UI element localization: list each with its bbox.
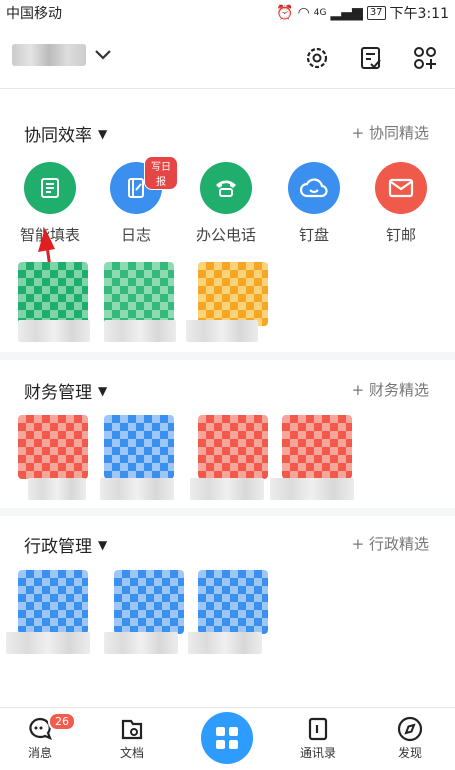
battery-indicator: 37 <box>366 6 386 20</box>
chevron-down-icon <box>95 50 111 60</box>
checklist-icon[interactable] <box>355 42 387 74</box>
blurred-app-label <box>186 320 258 342</box>
tab-documents[interactable]: 文档 <box>92 714 172 761</box>
blurred-app-icon[interactable] <box>198 415 268 479</box>
org-switcher[interactable] <box>12 44 112 66</box>
wifi-icon: ◠ <box>297 5 310 21</box>
caret-down-icon: ▼ <box>98 537 108 552</box>
blurred-app-label <box>100 478 174 500</box>
app-ding-drive[interactable]: 钉盘 <box>272 162 356 245</box>
carrier-name: 中国移动 <box>6 6 62 22</box>
mail-icon <box>375 162 427 214</box>
blurred-app-icon[interactable] <box>18 415 88 479</box>
caret-down-icon: ▼ <box>98 383 108 398</box>
app-ding-mail[interactable]: 钉邮 <box>359 162 443 245</box>
alarm-icon: ⏰ <box>276 5 294 21</box>
blurred-app-icon[interactable] <box>104 262 174 326</box>
status-right: ⏰ ◠ 4G ▂▄▆ 37 下午3:11 <box>276 3 449 23</box>
cloud-icon <box>288 162 340 214</box>
section-title-admin[interactable]: 行政管理 ▼ <box>24 532 107 557</box>
section-title-text: 行政管理 <box>24 537 92 557</box>
document-icon <box>92 714 172 744</box>
app-office-phone[interactable]: 办公电话 <box>184 162 268 245</box>
compass-icon <box>370 714 450 744</box>
workbench-header <box>0 34 455 89</box>
blurred-app-label <box>6 632 90 654</box>
blurred-app-label <box>18 320 90 342</box>
blurred-app-icon[interactable] <box>198 570 268 634</box>
form-icon <box>24 162 76 214</box>
apps-add-icon[interactable] <box>409 42 441 74</box>
gear-icon[interactable] <box>301 42 333 74</box>
tab-label: 发现 <box>397 746 422 760</box>
workbench-button[interactable] <box>201 712 253 764</box>
phone-icon <box>200 162 252 214</box>
blurred-app-icon[interactable] <box>114 570 184 634</box>
write-report-badge: 写日报 <box>144 156 178 190</box>
tab-contacts[interactable]: 通讯录 <box>278 714 358 761</box>
app-label: 钉邮 <box>385 226 416 244</box>
app-label: 日志 <box>120 226 151 244</box>
finance-picks-link[interactable]: + 财务精选 <box>352 379 429 400</box>
blurred-app-icon[interactable] <box>104 415 174 479</box>
section-divider <box>0 508 455 516</box>
collab-picks-link[interactable]: + 协同精选 <box>352 122 429 143</box>
unread-count-badge: 26 <box>48 712 76 731</box>
caret-down-icon: ▼ <box>98 126 108 141</box>
signal-icon: ▂▄▆ <box>330 5 363 21</box>
contacts-icon <box>278 714 358 744</box>
app-label: 钉盘 <box>298 226 329 244</box>
tab-discover[interactable]: 发现 <box>370 714 450 761</box>
blurred-app-icon[interactable] <box>18 570 88 634</box>
blurred-app-icon[interactable] <box>198 262 268 326</box>
tab-messages[interactable]: 26 消息 <box>0 712 80 761</box>
admin-picks-link[interactable]: + 行政精选 <box>352 533 429 554</box>
blurred-app-label <box>28 478 86 500</box>
header-actions <box>301 42 441 74</box>
blurred-app-icon[interactable] <box>282 415 352 479</box>
workbench-grid-icon <box>216 727 238 749</box>
org-name-redacted <box>12 44 86 66</box>
blurred-app-label <box>104 632 178 654</box>
blurred-app-label <box>270 478 354 500</box>
blurred-app-label <box>104 320 176 342</box>
section-title-finance[interactable]: 财务管理 ▼ <box>24 378 107 403</box>
tab-label: 通讯录 <box>299 746 336 760</box>
app-journal[interactable]: 写日报 日志 <box>94 156 178 245</box>
section-title-text: 协同效率 <box>24 126 92 146</box>
status-time: 下午3:11 <box>389 6 449 22</box>
section-title-collab[interactable]: 协同效率 ▼ <box>24 121 107 146</box>
section-divider <box>0 352 455 360</box>
status-bar: 中国移动 ⏰ ◠ 4G ▂▄▆ 37 下午3:11 <box>0 0 455 24</box>
tab-label: 文档 <box>119 746 144 760</box>
section-title-text: 财务管理 <box>24 383 92 403</box>
app-label: 办公电话 <box>195 226 256 244</box>
tab-label: 消息 <box>27 746 52 760</box>
network-label: 4G <box>313 8 327 18</box>
blurred-app-icon[interactable] <box>18 262 88 326</box>
blurred-app-label <box>190 478 264 500</box>
blurred-app-label <box>188 632 262 654</box>
